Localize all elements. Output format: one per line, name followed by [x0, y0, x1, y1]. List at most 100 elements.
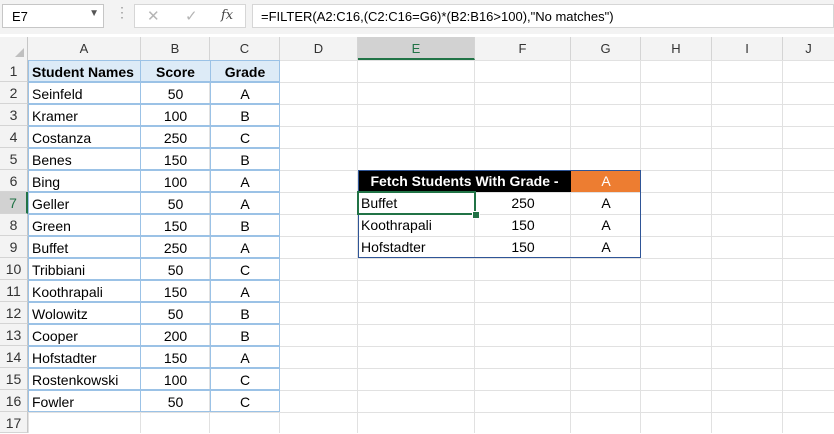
- row-header-5[interactable]: 5: [0, 148, 28, 170]
- cell-a10[interactable]: Tribbiani: [28, 258, 141, 280]
- cell-c6[interactable]: A: [210, 170, 280, 192]
- column-header-b[interactable]: B: [141, 37, 210, 60]
- column-header-a[interactable]: A: [28, 37, 141, 60]
- row-header-2[interactable]: 2: [0, 82, 28, 104]
- cell-b14[interactable]: 150: [140, 346, 211, 368]
- cell-b16[interactable]: 50: [140, 390, 211, 412]
- lookup-title-cell[interactable]: Fetch Students With Grade -: [358, 170, 571, 192]
- column-header-c[interactable]: C: [210, 37, 280, 60]
- insert-function-icon[interactable]: fx: [221, 8, 233, 23]
- cell-b1[interactable]: Score: [140, 60, 211, 82]
- cell-b15[interactable]: 100: [140, 368, 211, 390]
- cell-g6[interactable]: A: [571, 170, 641, 192]
- row-header-1[interactable]: 1: [0, 60, 28, 82]
- select-all-icon: [15, 48, 24, 57]
- cell-b9[interactable]: 250: [140, 236, 211, 258]
- cell-b4[interactable]: 250: [140, 126, 211, 148]
- enter-icon[interactable]: ✓: [185, 7, 198, 25]
- formula-input[interactable]: =FILTER(A2:C16,(C2:C16=G6)*(B2:B16>100),…: [252, 4, 834, 28]
- cell-a1[interactable]: Student Names: [28, 60, 141, 82]
- cell-g8[interactable]: A: [571, 214, 641, 236]
- cell-b10[interactable]: 50: [140, 258, 211, 280]
- cell-a8[interactable]: Green: [28, 214, 141, 236]
- cell-g9[interactable]: A: [571, 236, 641, 258]
- cell-c16[interactable]: C: [210, 390, 280, 412]
- cell-c5[interactable]: B: [210, 148, 280, 170]
- row-header-11[interactable]: 11: [0, 280, 28, 302]
- chevron-down-icon[interactable]: ▼: [89, 8, 99, 19]
- cell-a5[interactable]: Benes: [28, 148, 141, 170]
- column-header-f[interactable]: F: [475, 37, 571, 60]
- cell-c12[interactable]: B: [210, 302, 280, 324]
- column-header-e[interactable]: E: [358, 37, 475, 60]
- cell-b11[interactable]: 150: [140, 280, 211, 302]
- cell-b13[interactable]: 200: [140, 324, 211, 346]
- cell-c15[interactable]: C: [210, 368, 280, 390]
- cell-c9[interactable]: A: [210, 236, 280, 258]
- cell-c8[interactable]: B: [210, 214, 280, 236]
- cell-a7[interactable]: Geller: [28, 192, 141, 214]
- cell-a3[interactable]: Kramer: [28, 104, 141, 126]
- cell-c7[interactable]: A: [210, 192, 280, 214]
- cell-b8[interactable]: 150: [140, 214, 211, 236]
- row-header-14[interactable]: 14: [0, 346, 28, 368]
- cell-c2[interactable]: A: [210, 82, 280, 104]
- column-header-j[interactable]: J: [783, 37, 834, 60]
- row-header-17[interactable]: 17: [0, 412, 28, 433]
- row-header-4[interactable]: 4: [0, 126, 28, 148]
- row-header-7[interactable]: 7: [0, 192, 28, 214]
- column-header-d[interactable]: D: [280, 37, 358, 60]
- cell-c10[interactable]: C: [210, 258, 280, 280]
- column-header-i[interactable]: I: [712, 37, 783, 60]
- cancel-icon[interactable]: ✕: [147, 7, 160, 25]
- row-header-13[interactable]: 13: [0, 324, 28, 346]
- cell-b6[interactable]: 100: [140, 170, 211, 192]
- cell-a14[interactable]: Hofstadter: [28, 346, 141, 368]
- cell-f8[interactable]: 150: [475, 214, 571, 236]
- cell-b2[interactable]: 50: [140, 82, 211, 104]
- cell-e8[interactable]: Koothrapali: [358, 214, 475, 236]
- cell-c1[interactable]: Grade: [210, 60, 280, 82]
- cell-b12[interactable]: 50: [140, 302, 211, 324]
- cell-a11[interactable]: Koothrapali: [28, 280, 141, 302]
- cell-e7[interactable]: Buffet: [358, 192, 475, 214]
- row-header-10[interactable]: 10: [0, 258, 28, 280]
- cell-c4[interactable]: C: [210, 126, 280, 148]
- row-header-16[interactable]: 16: [0, 390, 28, 412]
- name-box-value: E7: [12, 9, 28, 24]
- cell-e9[interactable]: Hofstadter: [358, 236, 475, 258]
- row-header-9[interactable]: 9: [0, 236, 28, 258]
- cell-g7[interactable]: A: [571, 192, 641, 214]
- cell-b7[interactable]: 50: [140, 192, 211, 214]
- cell-c11[interactable]: A: [210, 280, 280, 302]
- cell-a6[interactable]: Bing: [28, 170, 141, 192]
- resize-handle-icon[interactable]: ⋮: [115, 5, 129, 19]
- row-header-12[interactable]: 12: [0, 302, 28, 324]
- row-header-8[interactable]: 8: [0, 214, 28, 236]
- cell-b3[interactable]: 100: [140, 104, 211, 126]
- grid-line: [711, 60, 712, 433]
- cell-a15[interactable]: Rostenkowski: [28, 368, 141, 390]
- cell-f9[interactable]: 150: [475, 236, 571, 258]
- cell-a12[interactable]: Wolowitz: [28, 302, 141, 324]
- cell-f7[interactable]: 250: [475, 192, 571, 214]
- formula-bar: E7 ▼ ⋮ ✕ ✓ fx =FILTER(A2:C16,(C2:C16=G6)…: [0, 0, 834, 34]
- column-header-g[interactable]: G: [571, 37, 641, 60]
- cell-b5[interactable]: 150: [140, 148, 211, 170]
- cell-a16[interactable]: Fowler: [28, 390, 141, 412]
- cell-c13[interactable]: B: [210, 324, 280, 346]
- cell-c14[interactable]: A: [210, 346, 280, 368]
- row-header-15[interactable]: 15: [0, 368, 28, 390]
- row-header-6[interactable]: 6: [0, 170, 28, 192]
- cell-a13[interactable]: Cooper: [28, 324, 141, 346]
- formula-text: =FILTER(A2:C16,(C2:C16=G6)*(B2:B16>100),…: [261, 9, 614, 24]
- cell-a2[interactable]: Seinfeld: [28, 82, 141, 104]
- cell-a4[interactable]: Costanza: [28, 126, 141, 148]
- cell-c3[interactable]: B: [210, 104, 280, 126]
- row-header-3[interactable]: 3: [0, 104, 28, 126]
- cell-a9[interactable]: Buffet: [28, 236, 141, 258]
- fill-handle[interactable]: [472, 211, 480, 219]
- name-box[interactable]: E7 ▼: [2, 4, 104, 28]
- column-header-h[interactable]: H: [641, 37, 712, 60]
- select-all-button[interactable]: [0, 37, 28, 60]
